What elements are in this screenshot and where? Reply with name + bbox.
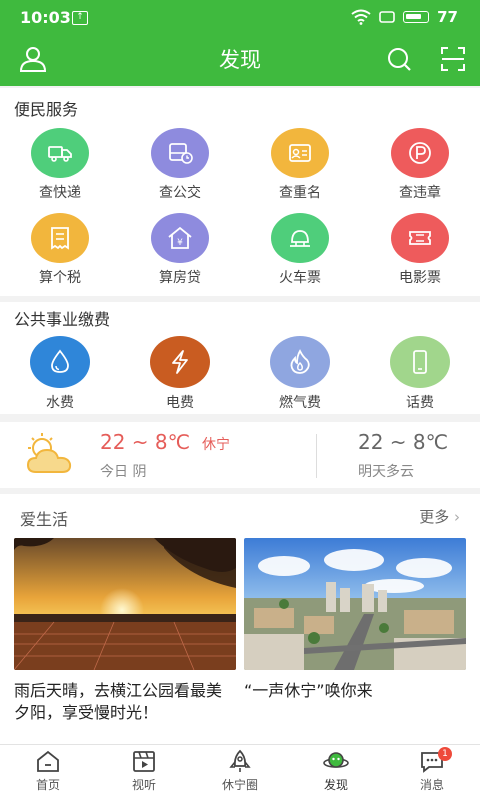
service-label: 电影票 bbox=[399, 270, 441, 286]
service-mortgage[interactable]: ¥ 算房贷 bbox=[130, 213, 230, 287]
service-name-check[interactable]: 查重名 bbox=[250, 128, 350, 202]
unread-badge: 1 bbox=[438, 747, 452, 761]
service-tax[interactable]: 算个税 bbox=[10, 213, 110, 287]
screen-icon bbox=[379, 11, 395, 23]
battery-level: 77 bbox=[437, 8, 458, 26]
nav-label: 休宁圈 bbox=[221, 778, 258, 792]
truck-icon bbox=[31, 128, 89, 178]
service-label: 查违章 bbox=[399, 185, 441, 201]
rocket-icon bbox=[229, 749, 251, 772]
scan-icon[interactable] bbox=[438, 44, 468, 74]
status-bar: 10:03 ↑ 77 bbox=[0, 0, 480, 36]
receipt-icon bbox=[31, 213, 89, 263]
article-title: “一声休宁”唤你来 bbox=[244, 681, 373, 700]
battery-icon bbox=[403, 11, 430, 23]
more-link[interactable]: 更多 › bbox=[419, 506, 460, 527]
city-name: 休宁 bbox=[202, 437, 230, 453]
chevron-right-icon: › bbox=[454, 508, 460, 526]
cloudy-sun-icon bbox=[26, 433, 72, 473]
section-title: 公共事业缴费 bbox=[14, 310, 111, 329]
weather-card[interactable]: 22 ~ 8℃ 休宁 今日 阴 22 ~ 8℃ 明天多云 bbox=[0, 422, 480, 488]
section-title: 便民服务 bbox=[14, 100, 79, 119]
service-label: 算房贷 bbox=[159, 270, 201, 286]
bottom-navigation: 首页 视听 休宁圈 发现 1 消息 bbox=[0, 744, 480, 800]
article-card[interactable]: “一声休宁”唤你来 bbox=[244, 538, 466, 702]
home-icon bbox=[37, 750, 59, 772]
service-label: 查快递 bbox=[39, 185, 81, 201]
today-temperature: 22 ~ 8℃ bbox=[100, 430, 191, 454]
house-yen-icon: ¥ bbox=[151, 213, 209, 263]
lightning-icon bbox=[150, 336, 210, 388]
city-aerial-image bbox=[244, 538, 466, 670]
phone-icon bbox=[390, 336, 450, 388]
more-label: 更多 bbox=[419, 508, 450, 526]
nav-label: 发现 bbox=[323, 778, 348, 792]
article-title: 雨后天晴，去横江公园看最美夕阳，享受慢时光！ bbox=[14, 681, 223, 722]
train-icon bbox=[271, 213, 329, 263]
service-express[interactable]: 查快递 bbox=[10, 128, 110, 202]
utilities-section: 公共事业缴费 水费 电费 燃气费 话费 bbox=[0, 302, 480, 414]
upload-icon: ↑ bbox=[72, 11, 88, 25]
id-card-icon bbox=[271, 128, 329, 178]
utility-gas[interactable]: 燃气费 bbox=[250, 336, 350, 412]
nav-discover[interactable]: 发现 bbox=[288, 749, 384, 793]
service-label: 算个税 bbox=[39, 270, 81, 286]
weather-divider bbox=[316, 434, 317, 478]
service-bus[interactable]: 查公交 bbox=[130, 128, 230, 202]
service-train[interactable]: 火车票 bbox=[250, 213, 350, 287]
bus-icon bbox=[151, 128, 209, 178]
ticket-icon bbox=[391, 213, 449, 263]
tomorrow-weather: 明天多云 bbox=[358, 464, 414, 480]
nav-circle[interactable]: 休宁圈 bbox=[192, 749, 288, 793]
service-label: 火车票 bbox=[279, 270, 321, 286]
service-violation[interactable]: 查违章 bbox=[370, 128, 470, 202]
film-icon bbox=[133, 751, 155, 772]
utility-water[interactable]: 水费 bbox=[10, 336, 110, 412]
life-section: 爱生活 更多 › 雨后天晴，去横江公园看最美夕阳，享受慢时光！ “一声休宁”唤你… bbox=[0, 494, 480, 750]
flame-icon bbox=[270, 336, 330, 388]
nav-home[interactable]: 首页 bbox=[0, 749, 96, 793]
utility-label: 水费 bbox=[46, 395, 74, 411]
service-movie[interactable]: 电影票 bbox=[370, 213, 470, 287]
utility-phone[interactable]: 话费 bbox=[370, 336, 470, 412]
nav-label: 首页 bbox=[35, 778, 60, 792]
nav-messages[interactable]: 1 消息 bbox=[384, 747, 480, 793]
utility-electric[interactable]: 电费 bbox=[130, 336, 230, 412]
svg-text:¥: ¥ bbox=[177, 238, 183, 248]
nav-media[interactable]: 视听 bbox=[96, 749, 192, 793]
status-time: 10:03 bbox=[20, 8, 71, 27]
utility-label: 燃气费 bbox=[279, 395, 321, 411]
section-title: 爱生活 bbox=[20, 510, 69, 529]
parking-icon bbox=[391, 128, 449, 178]
service-label: 查公交 bbox=[159, 185, 201, 201]
wifi-icon bbox=[351, 9, 371, 25]
service-label: 查重名 bbox=[279, 185, 321, 201]
article-card[interactable]: 雨后天晴，去横江公园看最美夕阳，享受慢时光！ bbox=[14, 538, 236, 724]
tomorrow-temperature: 22 ~ 8℃ bbox=[358, 430, 449, 454]
nav-label: 消息 bbox=[419, 778, 444, 792]
app-header: 发现 bbox=[0, 36, 480, 86]
utility-label: 话费 bbox=[406, 395, 434, 411]
water-drop-icon bbox=[30, 336, 90, 388]
nav-label: 视听 bbox=[131, 778, 156, 792]
sunset-image bbox=[14, 538, 236, 670]
today-weather: 今日 阴 bbox=[100, 464, 147, 480]
search-icon[interactable] bbox=[384, 44, 414, 74]
discover-planet-icon bbox=[323, 752, 349, 768]
convenience-section: 便民服务 查快递 查公交 查重名 查违章 算个税 ¥ 算房贷 火车票 电影票 bbox=[0, 88, 480, 296]
utility-label: 电费 bbox=[166, 395, 194, 411]
